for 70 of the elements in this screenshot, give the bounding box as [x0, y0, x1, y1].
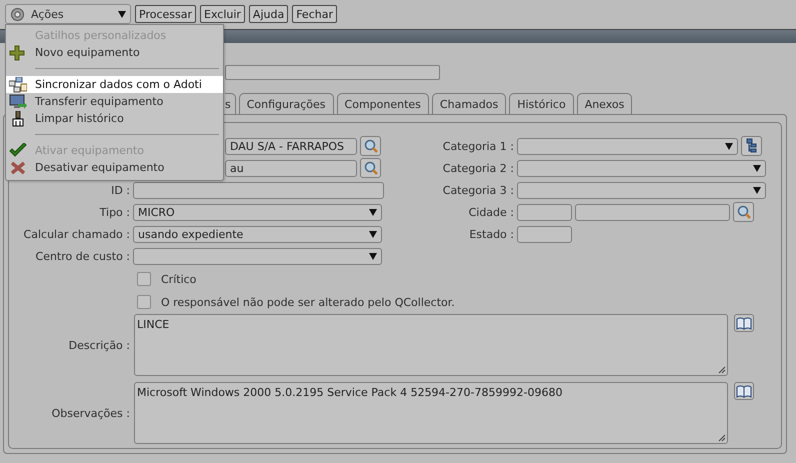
caret-icon	[753, 164, 761, 172]
search-button[interactable]	[360, 158, 381, 178]
connected-boxes-icon	[8, 76, 26, 92]
search-icon	[362, 160, 378, 176]
resize-grip-icon	[718, 434, 726, 442]
tree-icon	[744, 138, 760, 154]
search-icon	[362, 138, 378, 154]
field-label: Descrição :	[68, 338, 130, 352]
caret-icon	[369, 252, 377, 260]
tab[interactable]: Configurações	[238, 93, 334, 114]
field-label: Calcular chamado :	[22, 228, 130, 240]
tree-button[interactable]	[741, 136, 762, 156]
text-area[interactable]: Microsoft Windows 2000 5.0.2195 Service Pack 4 52594-270-7859992-09680	[134, 382, 728, 444]
plus-icon	[8, 44, 26, 60]
search-icon	[736, 204, 752, 220]
tab[interactable]: Histórico	[509, 93, 574, 114]
check-icon	[8, 142, 26, 158]
dropdown[interactable]: MICRO	[133, 204, 382, 220]
field-label: Estado :	[468, 228, 514, 240]
tab[interactable]: s	[225, 93, 236, 114]
input-field[interactable]	[517, 204, 572, 220]
book-button[interactable]	[734, 382, 754, 400]
menu-item[interactable]: Transferir equipamento	[6, 93, 223, 110]
toolbar-button[interactable]: Fechar	[292, 5, 337, 23]
field-label: Tipo :	[98, 206, 130, 218]
field-label: Categoria 1 :	[442, 140, 514, 152]
toolbar-button[interactable]: Ajuda	[248, 5, 288, 23]
input-field[interactable]	[133, 182, 384, 198]
input-field[interactable]	[225, 65, 440, 80]
checkbox[interactable]	[137, 295, 151, 309]
menu-item[interactable]: Desativar equipamento	[6, 159, 223, 176]
input-field[interactable]	[517, 226, 572, 242]
resize-grip-icon	[718, 366, 726, 374]
checkbox[interactable]	[137, 272, 151, 286]
tab[interactable]: Anexos	[576, 93, 632, 114]
field-label: Centro de custo :	[34, 250, 130, 262]
menu-item[interactable]: Sincronizar dados com o Adoti	[6, 76, 223, 93]
dropdown[interactable]: usando expediente	[133, 226, 382, 242]
input-field[interactable]	[575, 204, 730, 220]
book-button[interactable]	[734, 314, 754, 332]
gear-icon	[10, 6, 25, 22]
search-button[interactable]	[733, 202, 754, 222]
monitor-icon	[8, 94, 26, 110]
toolbar-button[interactable]: Processar	[135, 5, 196, 23]
field-label: Cidade :	[468, 206, 514, 218]
dropdown[interactable]	[517, 182, 766, 198]
field-label: ID :	[110, 184, 130, 196]
tab[interactable]: Componentes	[336, 93, 429, 114]
search-button[interactable]	[360, 136, 381, 156]
book-icon	[736, 384, 752, 398]
field-label: Categoria 2 :	[442, 162, 514, 174]
text-area[interactable]: LINCE	[134, 314, 728, 376]
toolbar-button[interactable]: Excluir	[200, 5, 245, 23]
actions-dropdown[interactable]: Ações	[5, 4, 131, 24]
field-label: Categoria 3 :	[442, 184, 514, 196]
tab[interactable]: Chamados	[432, 93, 506, 114]
book-icon	[736, 316, 752, 330]
checkbox-label: Crítico	[161, 272, 196, 286]
caret-icon	[753, 186, 761, 194]
caret-icon	[725, 142, 733, 150]
menu-item[interactable]: Limpar histórico	[6, 110, 223, 127]
input-field[interactable]: DAU S/A - FARRAPOS	[225, 138, 357, 154]
caret-icon	[369, 230, 377, 238]
menu-item[interactable]: Novo equipamento	[6, 44, 223, 61]
caret-icon	[369, 208, 377, 216]
checkbox-label: O responsável não pode ser alterado pelo QCollector.	[161, 296, 455, 308]
dropdown[interactable]	[133, 248, 382, 264]
input-field[interactable]: au	[225, 160, 357, 176]
cross-icon	[8, 160, 26, 176]
field-label: Observações :	[50, 406, 130, 420]
